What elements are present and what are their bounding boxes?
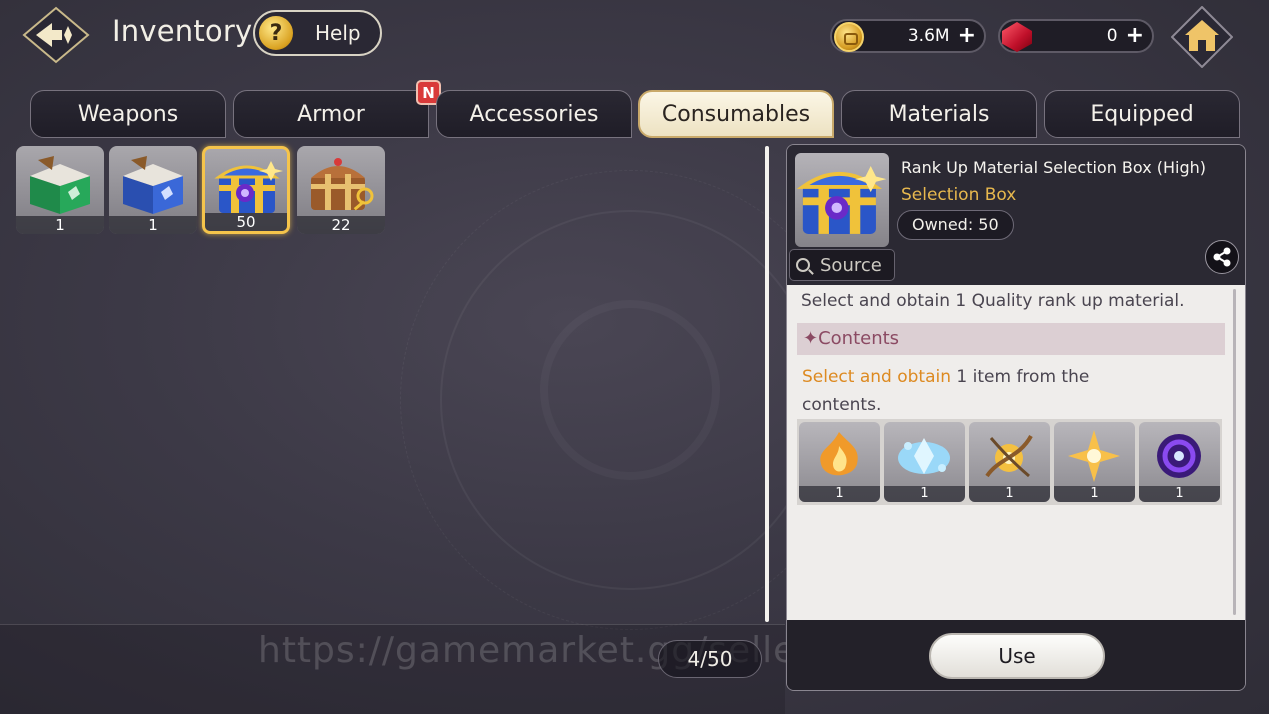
add-gems-button[interactable]: + bbox=[1126, 25, 1144, 47]
share-icon bbox=[1213, 247, 1231, 267]
content-item[interactable]: 1 bbox=[884, 422, 965, 502]
help-label: Help bbox=[315, 21, 361, 45]
owned-count: Owned: 50 bbox=[897, 210, 1014, 240]
tab-consumables[interactable]: Consumables bbox=[638, 90, 834, 138]
detail-thumbnail bbox=[795, 153, 889, 247]
content-quantity: 1 bbox=[1054, 486, 1135, 502]
item-name: Rank Up Material Selection Box (High) bbox=[901, 158, 1207, 177]
tab-materials[interactable]: Materials bbox=[841, 90, 1037, 138]
inventory-item-selected[interactable]: 50 bbox=[202, 146, 290, 234]
gem-amount: 0 bbox=[1106, 26, 1118, 46]
gold-coin-icon bbox=[834, 22, 864, 52]
orange-flame-material-icon bbox=[820, 432, 858, 476]
item-description: Select and obtain 1 Quality rank up mate… bbox=[801, 291, 1185, 311]
blue-gold-chest-icon bbox=[214, 161, 283, 213]
help-button[interactable]: ? Help bbox=[253, 10, 382, 56]
content-item[interactable]: 1 bbox=[1054, 422, 1135, 502]
content-item[interactable]: 1 bbox=[799, 422, 880, 502]
content-quantity: 1 bbox=[884, 486, 965, 502]
content-item[interactable]: 1 bbox=[1139, 422, 1220, 502]
select-instructions: Select and obtain 1 item from the conten… bbox=[802, 363, 1122, 419]
inventory-item[interactable]: 22 bbox=[297, 146, 385, 234]
detail-body: Select and obtain 1 Quality rank up mate… bbox=[787, 285, 1245, 620]
tab-weapons[interactable]: Weapons bbox=[30, 90, 226, 138]
green-crate-icon bbox=[30, 156, 90, 214]
home-icon bbox=[1170, 5, 1234, 69]
use-button[interactable]: Use bbox=[929, 633, 1105, 679]
search-icon bbox=[796, 258, 810, 272]
item-quantity: 1 bbox=[109, 216, 197, 234]
add-gold-button[interactable]: + bbox=[958, 25, 976, 47]
source-button[interactable]: Source bbox=[789, 249, 895, 281]
item-quantity: 1 bbox=[16, 216, 104, 234]
inventory-item[interactable]: 1 bbox=[109, 146, 197, 234]
gem-currency: 0 + bbox=[998, 19, 1154, 53]
golden-star-burst-icon bbox=[1068, 430, 1120, 482]
detail-footer: Use bbox=[787, 620, 1245, 690]
page-title: Inventory bbox=[112, 14, 253, 48]
item-detail-panel: Rank Up Material Selection Box (High) Se… bbox=[786, 144, 1246, 691]
detail-scrollbar[interactable] bbox=[1233, 289, 1236, 615]
tab-accessories[interactable]: Accessories bbox=[436, 90, 632, 138]
purple-vortex-material-icon bbox=[1157, 434, 1201, 478]
detail-header: Rank Up Material Selection Box (High) Se… bbox=[787, 145, 1245, 285]
background-ring-inner bbox=[540, 300, 720, 480]
blue-crate-icon bbox=[123, 156, 183, 214]
item-quantity: 50 bbox=[205, 213, 287, 231]
back-arrow-icon bbox=[22, 6, 90, 64]
list-scrollbar[interactable] bbox=[765, 146, 769, 622]
back-button[interactable] bbox=[22, 6, 90, 64]
content-quantity: 1 bbox=[1139, 486, 1220, 502]
inventory-item[interactable]: 1 bbox=[16, 146, 104, 234]
item-type: Selection Box bbox=[901, 185, 1017, 205]
wooden-chest-key-icon bbox=[311, 158, 374, 211]
golden-orb-material-icon bbox=[985, 434, 1033, 478]
ice-crystal-material-icon bbox=[898, 438, 950, 474]
source-label: Source bbox=[820, 254, 882, 276]
item-count: 4/50 bbox=[658, 640, 762, 678]
gold-currency: 3.6M + bbox=[830, 19, 986, 53]
content-quantity: 1 bbox=[969, 486, 1050, 502]
question-mark-icon: ? bbox=[257, 14, 295, 52]
content-quantity: 1 bbox=[799, 486, 880, 502]
tab-armor[interactable]: Armor bbox=[233, 90, 429, 138]
tab-equipped[interactable]: Equipped bbox=[1044, 90, 1240, 138]
red-gem-icon bbox=[1002, 22, 1032, 52]
blue-gold-chest-icon bbox=[796, 166, 887, 234]
home-button[interactable] bbox=[1170, 5, 1234, 69]
item-quantity: 22 bbox=[297, 216, 385, 234]
select-highlight: Select and obtain bbox=[802, 367, 952, 387]
contents-header: ✦Contents bbox=[797, 323, 1225, 355]
content-item[interactable]: 1 bbox=[969, 422, 1050, 502]
gold-amount: 3.6M bbox=[907, 26, 950, 46]
share-button[interactable] bbox=[1205, 240, 1239, 274]
contents-list: 1 1 1 1 1 bbox=[797, 419, 1222, 505]
